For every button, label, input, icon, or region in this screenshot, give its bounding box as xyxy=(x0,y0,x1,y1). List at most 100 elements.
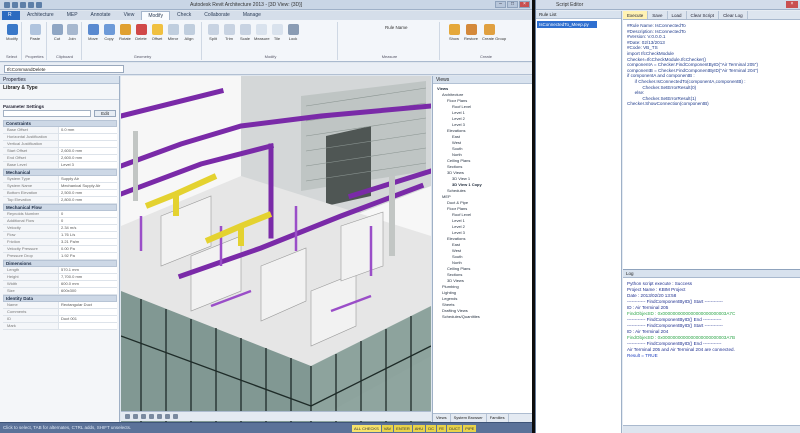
tab-annotate[interactable]: Annotate xyxy=(85,11,117,20)
save-button[interactable]: Save xyxy=(648,11,668,19)
paste-button[interactable]: Paste xyxy=(28,24,42,41)
param-section-header[interactable]: Dimensions xyxy=(3,260,117,267)
tab-architecture[interactable]: Architecture xyxy=(21,11,60,20)
param-value[interactable]: 3.21 Pa/m xyxy=(59,239,117,245)
3d-viewport[interactable] xyxy=(121,76,431,422)
crop-icon[interactable] xyxy=(165,414,170,419)
status-toggle-button[interactable]: DUCT xyxy=(447,425,463,432)
param-value[interactable]: Level 3 xyxy=(59,162,117,168)
type-selector[interactable]: Library & Type xyxy=(0,84,119,100)
tab-system-browser[interactable]: System Browser xyxy=(451,414,487,422)
status-toggle-button[interactable]: ENTER xyxy=(394,425,412,432)
tab-families[interactable]: Families xyxy=(487,414,509,422)
split-button[interactable]: Split xyxy=(206,24,220,41)
param-section-header[interactable]: Mechanical Flow xyxy=(3,204,117,211)
param-value[interactable]: 2,800.0 mm xyxy=(59,197,117,203)
tab-manage[interactable]: Manage xyxy=(237,11,267,20)
hide-isolate-icon[interactable] xyxy=(173,414,178,419)
param-value[interactable] xyxy=(59,141,117,147)
param-value[interactable]: 0.00 Pa xyxy=(59,246,117,252)
param-value[interactable]: 2,600.0 mm xyxy=(59,155,117,161)
param-value[interactable]: 1.92 Pa xyxy=(59,253,117,259)
param-value[interactable]: 2,600.0 mm xyxy=(59,148,117,154)
rule-list-item[interactable]: IsConnectedTo_Meep.py xyxy=(537,21,597,28)
rotate-button[interactable]: Rotate xyxy=(118,24,132,41)
tab-view[interactable]: View xyxy=(118,11,141,20)
param-value[interactable]: 2,500.0 mm xyxy=(59,190,117,196)
delete-button[interactable]: Delete xyxy=(134,24,148,41)
clear-log-button[interactable]: Clear Log xyxy=(719,11,748,19)
minimize-button[interactable]: – xyxy=(495,1,506,8)
status-toggle-button[interactable]: PIPE xyxy=(463,425,477,432)
param-value[interactable]: 0.0 mm xyxy=(59,127,117,133)
command-selector[interactable]: IfcCommandDelete xyxy=(4,65,124,73)
param-value[interactable]: Rectangular Duct xyxy=(59,302,117,308)
tab-check[interactable]: Check xyxy=(171,11,197,20)
measure-button[interactable]: Measure xyxy=(254,24,270,41)
script-editor-close-button[interactable]: × xyxy=(786,1,798,8)
code-editor[interactable]: #Rule Name: IsConnectedTo #Description: I… xyxy=(623,20,800,270)
clear-script-button[interactable]: Clear Script xyxy=(687,11,720,19)
param-value[interactable] xyxy=(59,309,117,315)
load-button[interactable]: Load xyxy=(668,11,687,19)
align-button[interactable]: Align xyxy=(182,24,196,41)
status-toggle-button[interactable]: DC xyxy=(426,425,436,432)
detail-level-icon[interactable] xyxy=(133,414,138,419)
param-section-header[interactable]: Identity Data xyxy=(3,295,117,302)
param-value[interactable]: 600x300 xyxy=(59,288,117,294)
param-value[interactable]: 0 xyxy=(59,218,117,224)
instance-filter[interactable] xyxy=(3,110,91,117)
param-value[interactable]: 1.76 L/s xyxy=(59,232,117,238)
create-group-button[interactable]: Create Group xyxy=(482,24,506,41)
param-value[interactable]: Duct 001 xyxy=(59,316,117,322)
application-menu-button[interactable]: R xyxy=(2,11,20,20)
copy-button[interactable]: Copy xyxy=(102,24,116,41)
execute-button[interactable]: Execute xyxy=(623,11,649,19)
show-button[interactable]: Show xyxy=(447,24,461,41)
param-value[interactable]: 0 xyxy=(59,211,117,217)
sun-path-icon[interactable] xyxy=(149,414,154,419)
edit-type-button[interactable]: Edit xyxy=(94,110,116,117)
status-toggle-button[interactable]: VAV xyxy=(381,425,394,432)
status-toggle-button[interactable]: ALL CHECKS xyxy=(352,425,381,432)
param-value[interactable]: 2.34 m/s xyxy=(59,225,117,231)
join-button[interactable]: Join xyxy=(65,24,79,41)
tab-mep[interactable]: MEP xyxy=(61,11,84,20)
shadows-icon[interactable] xyxy=(157,414,162,419)
param-section-header[interactable]: Constraints xyxy=(3,120,117,127)
param-value[interactable] xyxy=(59,323,117,329)
save-icon[interactable] xyxy=(12,2,18,8)
open-icon[interactable] xyxy=(4,2,10,8)
move-button[interactable]: Move xyxy=(86,24,100,41)
scale-icon[interactable] xyxy=(125,414,130,419)
print-icon[interactable] xyxy=(36,2,42,8)
param-value[interactable]: Mechanical Supply Air xyxy=(59,183,117,189)
cut-button[interactable]: Cut xyxy=(50,24,64,41)
restore-button[interactable]: Restore xyxy=(464,24,478,41)
tab-modify[interactable]: Modify xyxy=(141,11,171,20)
redo-icon[interactable] xyxy=(28,2,34,8)
lock-button[interactable]: Lock xyxy=(286,24,300,41)
param-value[interactable] xyxy=(59,134,117,140)
3d-model-view[interactable] xyxy=(121,76,431,422)
visual-style-icon[interactable] xyxy=(141,414,146,419)
mirror-button[interactable]: Mirror xyxy=(166,24,180,41)
param-value[interactable]: 570.1 mm xyxy=(59,267,117,273)
param-value[interactable]: Supply Air xyxy=(59,176,117,182)
status-toggle-button[interactable]: AHU xyxy=(412,425,426,432)
modify-button[interactable]: Modify xyxy=(5,24,19,41)
tab-collaborate[interactable]: Collaborate xyxy=(198,11,236,20)
close-button[interactable]: × xyxy=(519,1,530,8)
tree-node[interactable]: Schedules/Quantities xyxy=(435,314,532,320)
tab-views[interactable]: Views xyxy=(433,414,451,422)
undo-icon[interactable] xyxy=(20,2,26,8)
param-section-header[interactable]: Mechanical xyxy=(3,169,117,176)
offset-button[interactable]: Offset xyxy=(150,24,164,41)
scale-button[interactable]: Scale xyxy=(238,24,252,41)
param-value[interactable]: 7,700.0 mm xyxy=(59,274,117,280)
maximize-button[interactable]: □ xyxy=(507,1,518,8)
param-value[interactable]: 600.0 mm xyxy=(59,281,117,287)
trim-button[interactable]: Trim xyxy=(222,24,236,41)
status-toggle-button[interactable]: FE xyxy=(436,425,447,432)
tile-button[interactable]: Tile xyxy=(270,24,284,41)
